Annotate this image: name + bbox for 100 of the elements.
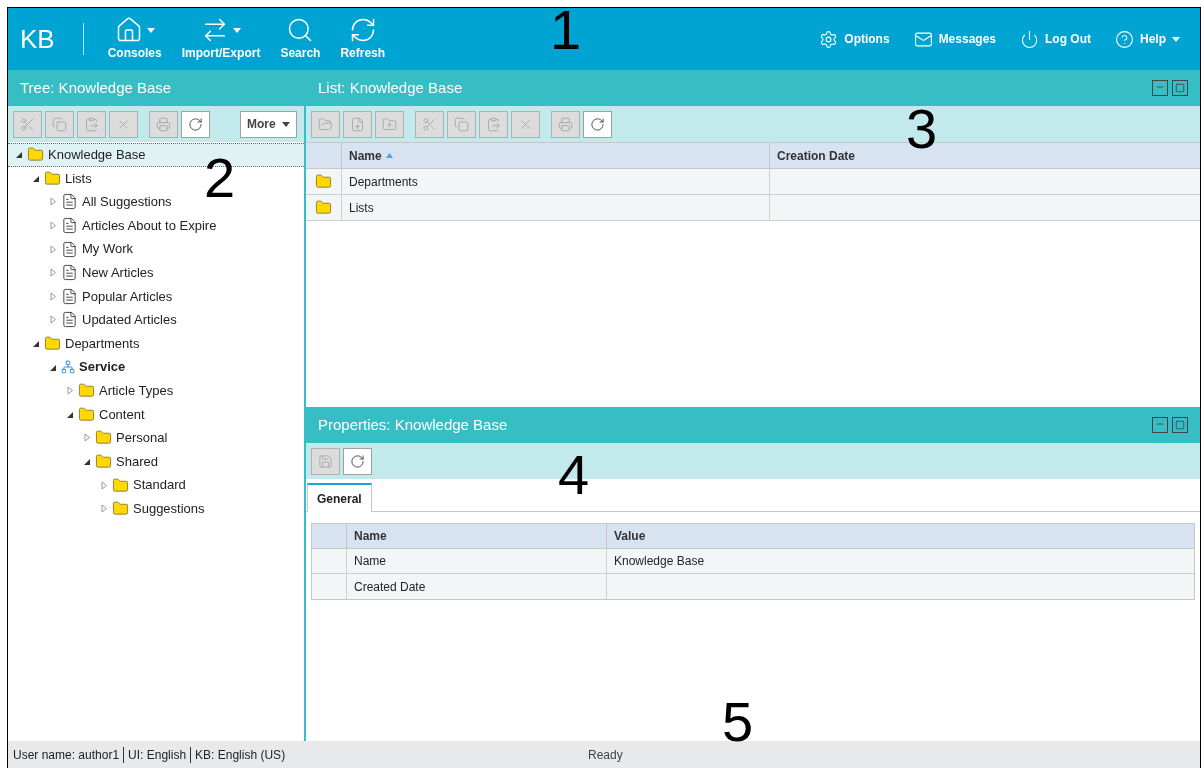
tree-item[interactable]: Lists — [33, 168, 92, 189]
expand-arrow-icon[interactable] — [84, 433, 91, 443]
expand-arrow-icon[interactable] — [67, 386, 74, 396]
cut-icon — [422, 116, 437, 132]
open-folder-icon — [318, 116, 333, 132]
tree-item[interactable]: Article Types — [67, 381, 174, 401]
sort-arrow-icon — [385, 153, 393, 158]
expand-arrow-icon[interactable] — [50, 291, 57, 301]
tree-item[interactable]: Departments — [33, 333, 140, 354]
expand-arrow-icon[interactable] — [50, 221, 57, 231]
refresh-button[interactable] — [343, 447, 372, 475]
column-header[interactable]: Name — [342, 143, 770, 168]
folder-icon — [44, 335, 61, 353]
collapse-arrow-icon[interactable] — [16, 150, 23, 160]
list-icon — [61, 264, 78, 282]
table-cell: Departments — [342, 169, 770, 194]
power-icon — [1020, 29, 1039, 49]
folder-icon — [112, 476, 129, 494]
maximize-icon — [1175, 83, 1185, 93]
callout-number: 3 — [906, 101, 938, 157]
caret-icon — [1172, 36, 1180, 42]
tree-item[interactable]: Knowledge Base — [16, 145, 146, 165]
paste-icon — [486, 116, 501, 132]
list-icon — [61, 240, 78, 258]
expand-arrow-icon[interactable] — [50, 315, 57, 325]
list-icon — [61, 217, 78, 235]
list-icon — [61, 287, 78, 305]
collapse-arrow-icon[interactable] — [84, 457, 91, 466]
folder-icon — [315, 199, 332, 216]
settings-icon — [819, 29, 839, 49]
tree-item[interactable]: Articles About to Expire — [50, 215, 217, 236]
copy-icon — [454, 116, 469, 132]
panel-title: List: Knowledge Base — [318, 77, 464, 98]
maximize-button[interactable] — [1172, 80, 1188, 96]
tree-item[interactable]: Standard — [101, 475, 186, 495]
status-text: UI: English — [128, 746, 187, 764]
expand-arrow-icon[interactable] — [50, 197, 57, 207]
folder-icon — [315, 173, 332, 190]
callout-number: 4 — [558, 447, 590, 503]
status-message: Ready — [588, 746, 623, 764]
help-icon — [1115, 29, 1134, 49]
tree-item[interactable]: Updated Articles — [50, 310, 177, 330]
folder-icon — [95, 453, 112, 470]
hierarchy-icon — [61, 360, 75, 375]
panel-title: Properties: Knowledge Base — [318, 414, 509, 435]
table-cell: Created Date — [347, 574, 607, 599]
tree-item[interactable]: Personal — [84, 428, 168, 448]
column-header: Value — [613, 528, 647, 545]
folder-icon — [95, 429, 112, 447]
tree-item[interactable]: Popular Articles — [50, 286, 173, 307]
cut-icon — [20, 116, 35, 132]
tree-item[interactable]: All Suggestions — [50, 192, 172, 212]
more-button[interactable]: More — [240, 110, 297, 138]
save-icon — [318, 453, 333, 469]
status-text: User name: author1 — [13, 746, 120, 764]
folder-icon — [27, 146, 44, 164]
folder-icon — [44, 169, 61, 187]
print-icon — [156, 116, 171, 132]
refresh-button[interactable] — [181, 110, 210, 138]
folder-up-icon — [382, 116, 397, 132]
tree-item[interactable]: Shared — [84, 451, 158, 472]
table-cell-text: Knowledge Base — [613, 553, 706, 570]
refresh-icon — [350, 453, 365, 469]
tree-item[interactable]: My Work — [50, 239, 134, 259]
table-cell: Lists — [342, 195, 770, 220]
tab[interactable]: General — [307, 483, 372, 512]
paste-icon — [84, 116, 99, 132]
callout-number: 5 — [722, 694, 754, 750]
maximize-icon — [1175, 420, 1185, 430]
callout-number: 2 — [204, 150, 236, 206]
column-header: Name — [347, 524, 607, 548]
callout-number: 1 — [550, 2, 582, 58]
minimize-button[interactable] — [1152, 80, 1168, 96]
expand-arrow-icon[interactable] — [50, 244, 57, 254]
caret-icon — [281, 121, 290, 127]
refresh-button[interactable] — [583, 110, 612, 138]
maximize-button[interactable] — [1172, 417, 1188, 433]
list-icon — [61, 311, 78, 329]
app-logo: KB — [19, 22, 56, 56]
expand-arrow-icon[interactable] — [101, 504, 108, 514]
folder-icon — [112, 500, 129, 518]
minimize-button[interactable] — [1152, 417, 1168, 433]
tree-item[interactable]: Suggestions — [101, 498, 205, 519]
table-row[interactable]: Departments — [306, 169, 1200, 195]
folder-icon — [78, 382, 95, 400]
caret-icon — [233, 27, 242, 33]
tree-item[interactable]: Service — [50, 357, 126, 377]
panel-title: Tree: Knowledge Base — [20, 77, 173, 98]
refresh-icon — [188, 116, 203, 132]
copy-icon — [52, 116, 67, 132]
new-file-icon — [350, 116, 365, 132]
expand-arrow-icon[interactable] — [50, 268, 57, 278]
tree-item[interactable]: New Articles — [50, 263, 154, 283]
tree-item[interactable]: Content — [67, 404, 145, 425]
table-row[interactable]: Lists — [306, 195, 1200, 221]
collapse-arrow-icon[interactable] — [33, 339, 40, 349]
expand-arrow-icon[interactable] — [101, 480, 108, 490]
folder-icon — [78, 405, 95, 423]
print-icon — [558, 116, 573, 132]
refresh-icon — [590, 116, 605, 132]
